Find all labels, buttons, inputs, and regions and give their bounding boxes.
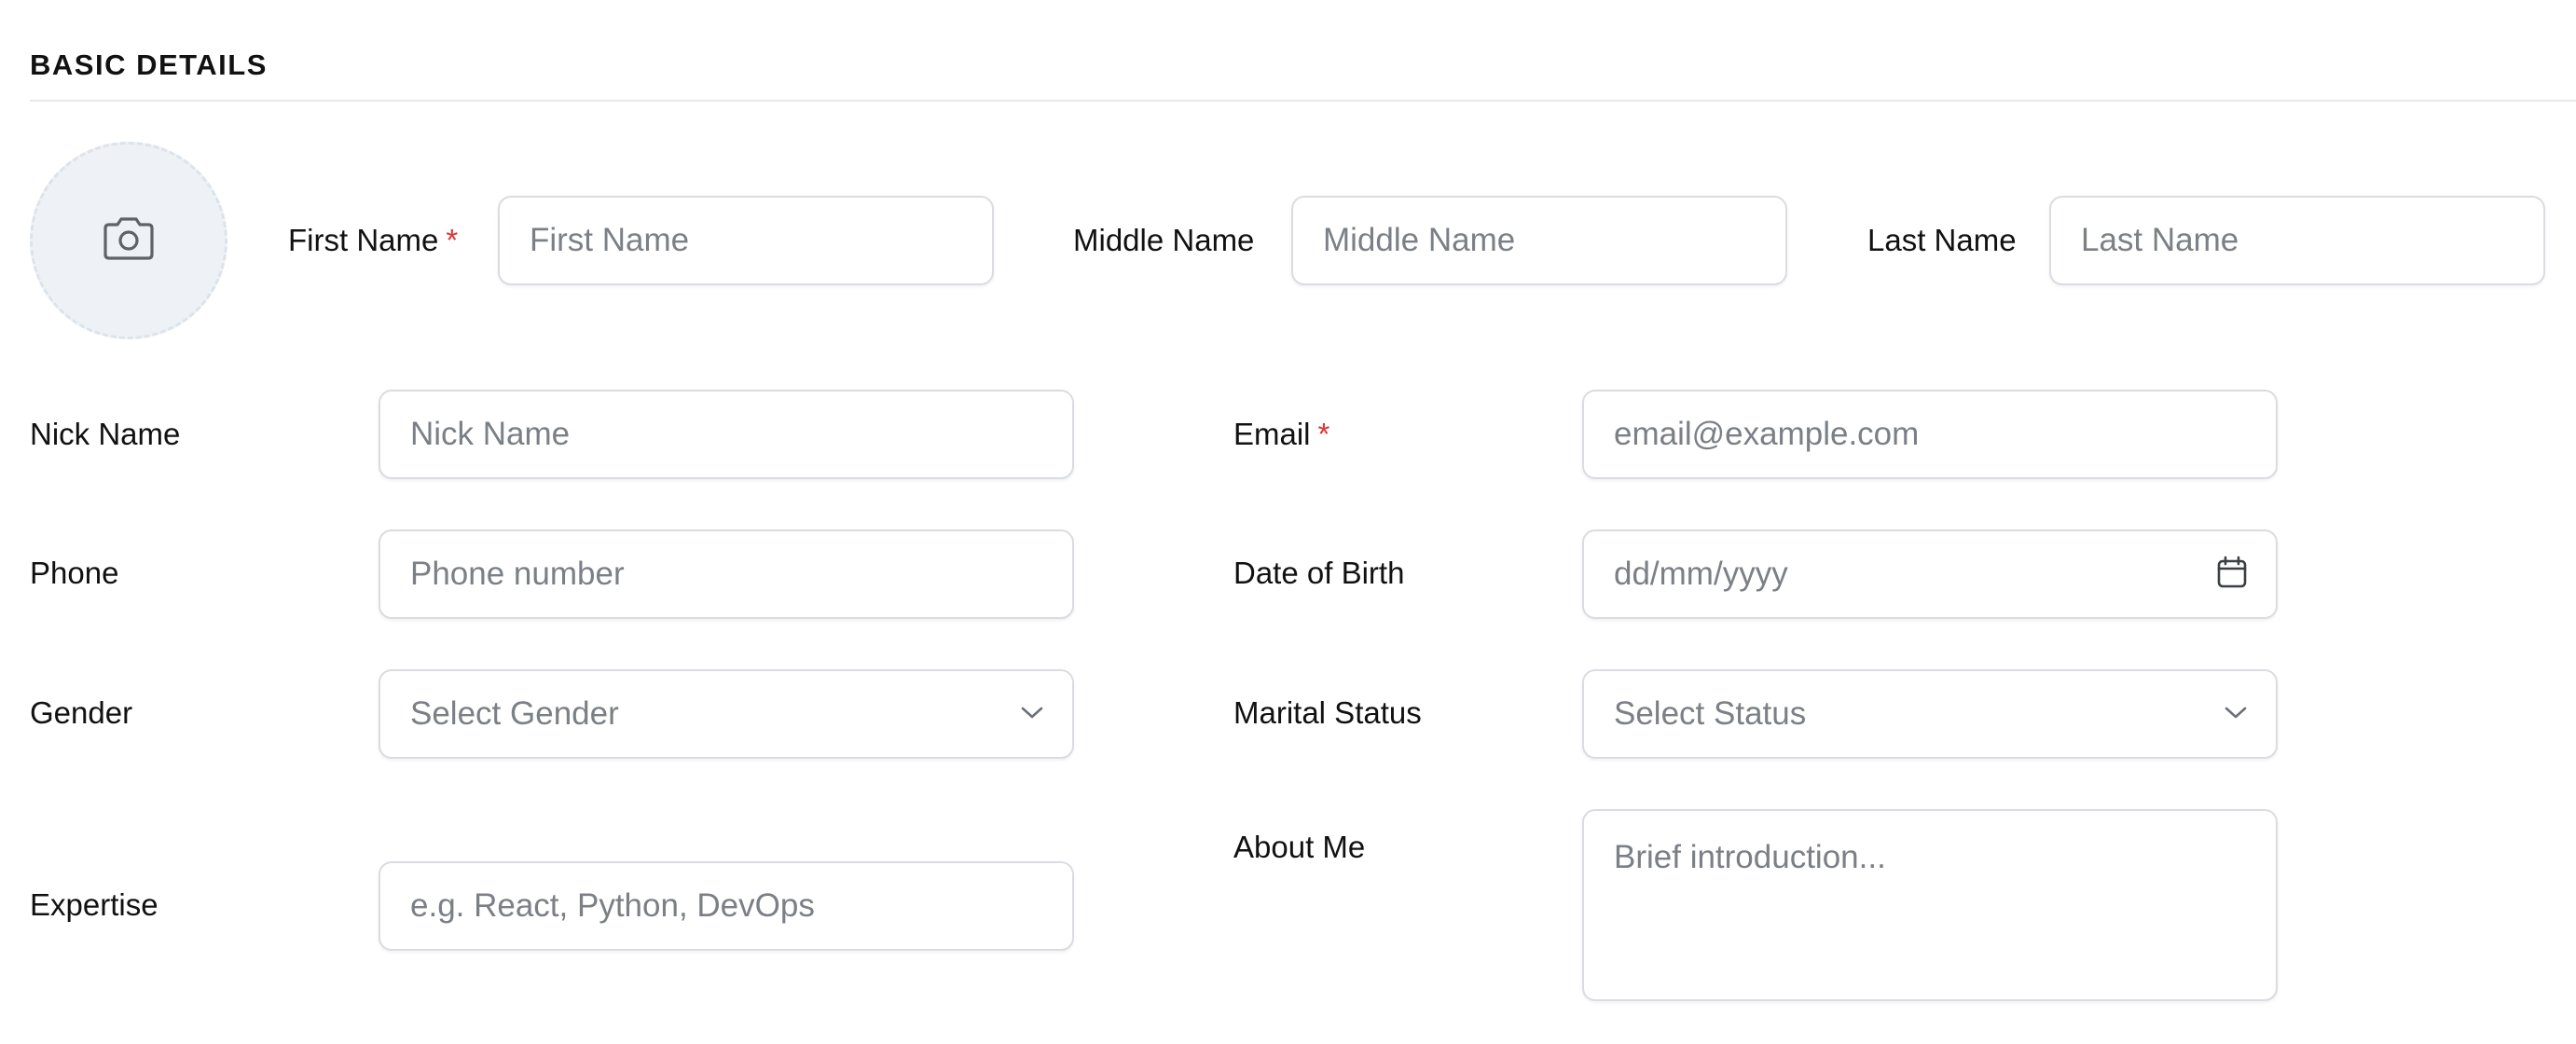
marital-status-selected-value: Select Status [1614, 695, 1807, 732]
gender-label: Gender [30, 695, 133, 730]
avatar-upload[interactable] [30, 142, 227, 339]
marital-status-label: Marital Status [1233, 695, 1422, 730]
about-me-label: About Me [1233, 830, 1366, 864]
phone-input[interactable] [379, 529, 1074, 619]
email-label: Email * [1233, 417, 1330, 451]
date-of-birth-placeholder: dd/mm/yyyy [1614, 556, 1788, 592]
email-input[interactable] [1582, 390, 2278, 479]
middle-name-label: Middle Name [1073, 223, 1255, 257]
gender-selected-value: Select Gender [410, 695, 619, 732]
phone-label: Phone [30, 556, 119, 590]
expertise-label: Expertise [30, 887, 158, 922]
gender-select[interactable]: Select Gender [379, 669, 1074, 759]
calendar-icon[interactable] [2216, 556, 2248, 594]
section-divider [30, 100, 2576, 102]
date-of-birth-label: Date of Birth [1233, 556, 1405, 590]
expertise-input[interactable] [379, 861, 1074, 951]
first-name-label: First Name * [288, 223, 459, 257]
required-mark: * [1317, 417, 1330, 451]
section-title: BASIC DETAILS [30, 48, 268, 81]
chevron-down-icon [1020, 705, 1044, 724]
about-me-textarea[interactable] [1582, 809, 2278, 1001]
nick-name-label: Nick Name [30, 417, 181, 451]
middle-name-input[interactable] [1291, 196, 1787, 285]
required-mark: * [446, 223, 459, 257]
first-name-input[interactable] [498, 196, 994, 285]
chevron-down-icon [2224, 705, 2248, 724]
last-name-label: Last Name [1867, 223, 2017, 257]
date-of-birth-input[interactable]: dd/mm/yyyy [1582, 529, 2278, 619]
camera-icon [102, 215, 156, 267]
last-name-input[interactable] [2049, 196, 2545, 285]
nick-name-input[interactable] [379, 390, 1074, 479]
marital-status-select[interactable]: Select Status [1582, 669, 2278, 759]
